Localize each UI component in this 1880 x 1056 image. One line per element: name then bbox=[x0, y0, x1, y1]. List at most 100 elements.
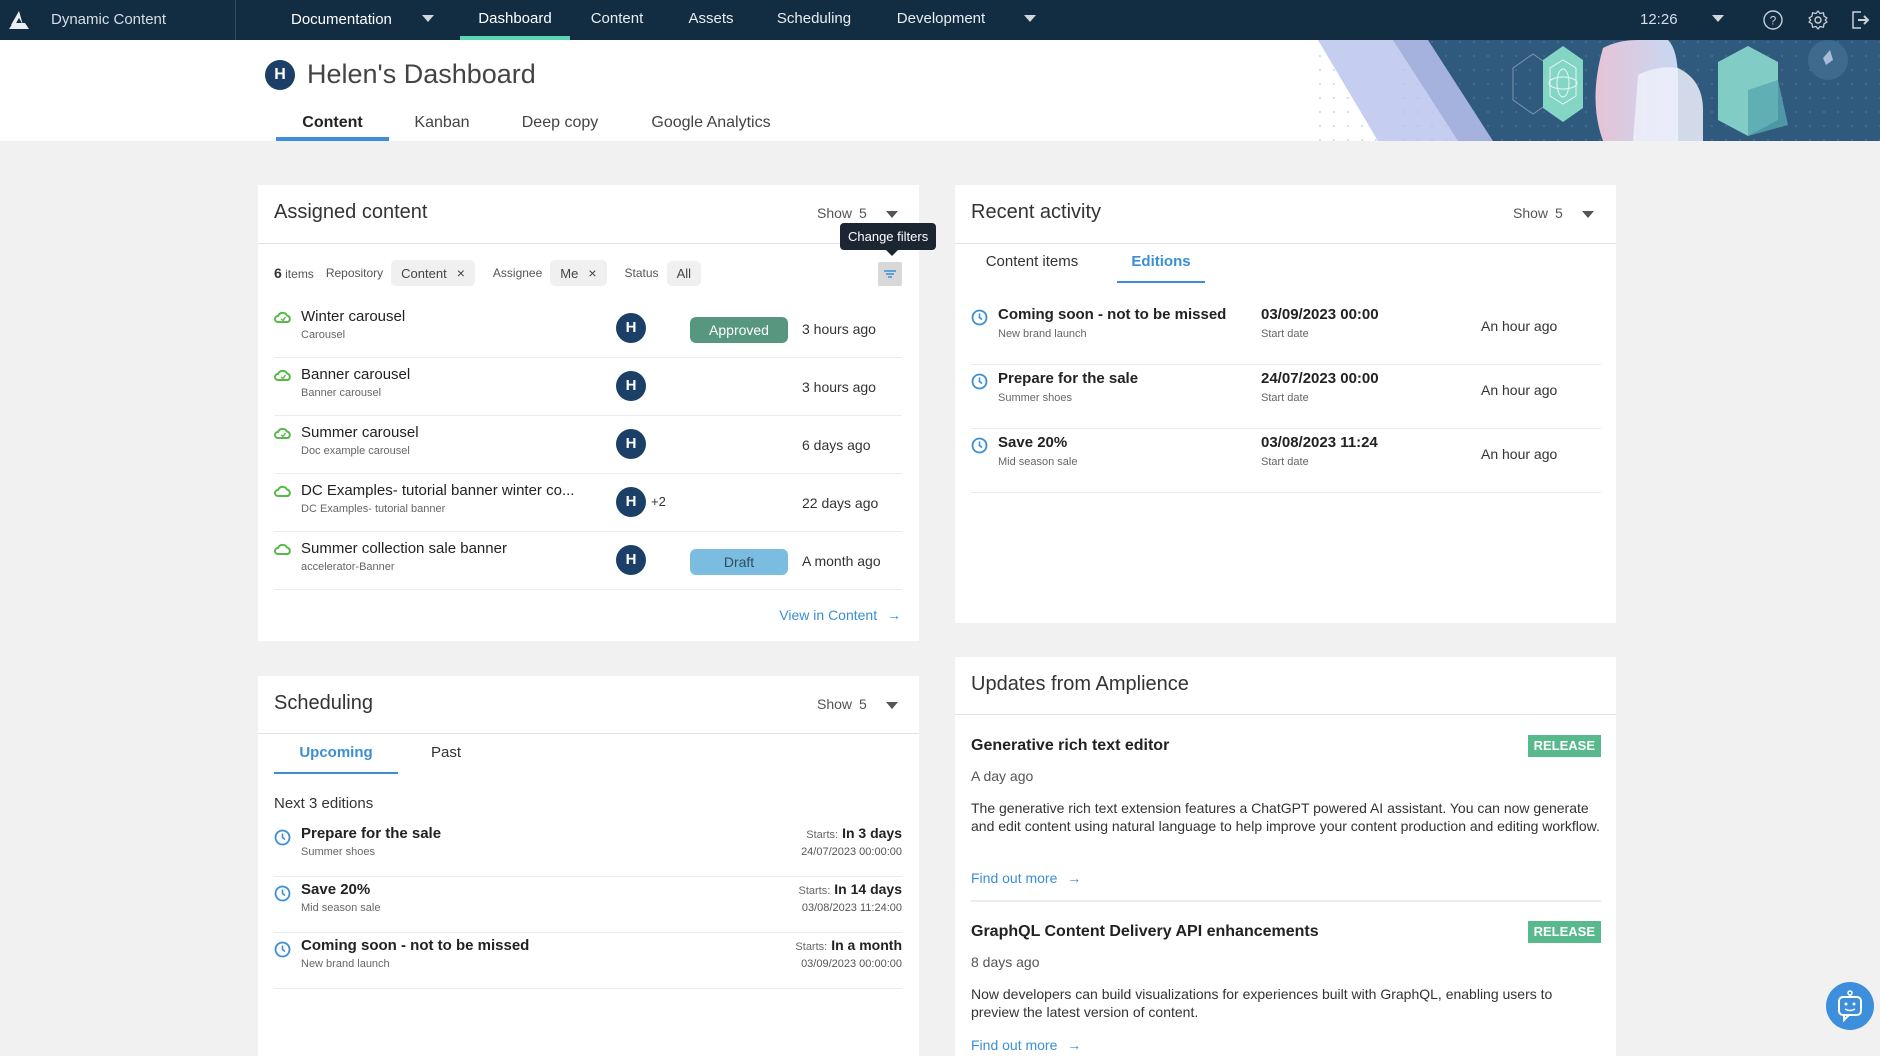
remove-assignee-filter-icon[interactable]: × bbox=[588, 265, 596, 281]
activity-row[interactable]: Prepare for the sale Summer shoes 24/07/… bbox=[971, 365, 1601, 429]
assigned-row[interactable]: Winter carousel Carousel H Approved 3 ho… bbox=[274, 300, 902, 358]
repository-value: Content bbox=[401, 265, 447, 281]
start-date-label: Start date bbox=[1261, 392, 1309, 404]
edition-name[interactable]: Save 20% bbox=[998, 434, 1067, 451]
status-filter-chip[interactable]: All bbox=[666, 260, 702, 286]
tab-google-analytics[interactable]: Google Analytics bbox=[646, 111, 776, 141]
change-filters-button[interactable] bbox=[878, 262, 902, 286]
view-in-content-link[interactable]: View in Content → bbox=[779, 607, 901, 623]
find-out-more-link[interactable]: Find out more → bbox=[971, 870, 1081, 886]
remove-repository-filter-icon[interactable]: × bbox=[457, 265, 465, 281]
status-badge: Approved bbox=[690, 317, 788, 343]
card-title: Scheduling bbox=[274, 692, 373, 714]
updated-time: 3 hours ago bbox=[802, 321, 876, 337]
nav-scheduling[interactable]: Scheduling bbox=[768, 0, 860, 40]
schedule-row[interactable]: Coming soon - not to be missed New brand… bbox=[274, 933, 902, 989]
content-name[interactable]: DC Examples- tutorial banner winter co..… bbox=[301, 482, 574, 499]
content-type: Banner carousel bbox=[301, 387, 382, 399]
event-name: Mid season sale bbox=[301, 902, 381, 914]
help-icon[interactable]: ? bbox=[1762, 9, 1784, 31]
assignee-avatar: H bbox=[616, 313, 646, 343]
show-count-select[interactable]: Show 5 bbox=[1513, 205, 1563, 221]
nav-dashboard[interactable]: Dashboard bbox=[460, 0, 570, 40]
clock-icon bbox=[274, 829, 291, 846]
edition-name[interactable]: Save 20% bbox=[301, 881, 370, 898]
start-date: 03/08/2023 11:24 bbox=[1261, 434, 1378, 451]
starts-value: In 3 days bbox=[842, 825, 902, 841]
edition-name[interactable]: Coming soon - not to be missed bbox=[301, 937, 529, 954]
show-dropdown-icon[interactable] bbox=[886, 702, 898, 709]
find-out-more-link[interactable]: Find out more → bbox=[971, 1037, 1081, 1053]
event-name: New brand launch bbox=[998, 328, 1087, 340]
status-value: All bbox=[676, 265, 692, 281]
edition-name[interactable]: Prepare for the sale bbox=[998, 370, 1138, 387]
clock-icon bbox=[274, 885, 291, 902]
show-count-select[interactable]: Show 5 bbox=[817, 696, 867, 712]
clock-dropdown-icon[interactable] bbox=[1712, 15, 1724, 22]
assigned-row[interactable]: Summer carousel Doc example carousel H 6… bbox=[274, 416, 902, 474]
hub-selector[interactable]: Documentation bbox=[291, 11, 392, 28]
tab-deep-copy[interactable]: Deep copy bbox=[512, 111, 608, 141]
hub-dropdown-icon[interactable] bbox=[422, 15, 434, 22]
updated-time: 22 days ago bbox=[802, 495, 879, 511]
update-description: Now developers can build visualizations … bbox=[971, 986, 1553, 1020]
assigned-row[interactable]: Banner carousel Banner carousel H 3 hour… bbox=[274, 358, 902, 416]
show-dropdown-icon[interactable] bbox=[1582, 211, 1594, 218]
content-name[interactable]: Banner carousel bbox=[301, 366, 410, 383]
update-divider bbox=[971, 900, 1601, 902]
schedule-row[interactable]: Prepare for the sale Summer shoes Starts… bbox=[274, 821, 902, 877]
tab-editions[interactable]: Editions bbox=[1117, 249, 1205, 283]
chatbot-button[interactable] bbox=[1826, 982, 1874, 1030]
show-dropdown-icon[interactable] bbox=[886, 211, 898, 218]
updated-time: A month ago bbox=[802, 553, 881, 569]
logout-icon[interactable] bbox=[1849, 9, 1871, 31]
tab-content[interactable]: Content bbox=[276, 111, 389, 141]
tab-past[interactable]: Past bbox=[416, 740, 476, 774]
dashboard-header: H Helen's Dashboard Content Kanban Deep … bbox=[0, 40, 1880, 141]
show-value: 5 bbox=[859, 205, 867, 221]
card-divider bbox=[258, 733, 919, 734]
activity-time: An hour ago bbox=[1481, 318, 1558, 334]
view-in-content-label: View in Content bbox=[779, 607, 878, 623]
app-name[interactable]: Dynamic Content bbox=[51, 11, 166, 28]
nav-assets[interactable]: Assets bbox=[678, 0, 744, 40]
tab-kanban[interactable]: Kanban bbox=[406, 111, 478, 141]
activity-row[interactable]: Save 20% Mid season sale 03/08/2023 11:2… bbox=[971, 429, 1601, 493]
start-date: 03/09/2023 00:00 bbox=[1261, 306, 1379, 323]
activity-row[interactable]: Coming soon - not to be missed New brand… bbox=[971, 301, 1601, 365]
item-count-label: items bbox=[285, 267, 314, 281]
content-name[interactable]: Summer carousel bbox=[301, 424, 419, 441]
activity-time: An hour ago bbox=[1481, 382, 1558, 398]
content-name[interactable]: Winter carousel bbox=[301, 308, 405, 325]
filter-bar: 6 items Repository Content × Assignee Me ×… bbox=[274, 260, 702, 286]
tab-content-items[interactable]: Content items bbox=[977, 249, 1087, 283]
schedule-row[interactable]: Save 20% Mid season sale Starts: In 14 da… bbox=[274, 877, 902, 933]
nav-development[interactable]: Development bbox=[886, 0, 996, 40]
edition-name[interactable]: Prepare for the sale bbox=[301, 825, 441, 842]
update-time: A day ago bbox=[971, 768, 1034, 784]
release-badge: RELEASE bbox=[1527, 735, 1601, 757]
tab-upcoming[interactable]: Upcoming bbox=[274, 740, 398, 774]
content-name[interactable]: Summer collection sale banner bbox=[301, 540, 507, 557]
show-count-select[interactable]: Show 5 bbox=[817, 205, 867, 221]
cloud-icon bbox=[274, 485, 291, 497]
event-name: Mid season sale bbox=[998, 456, 1078, 468]
assigned-row[interactable]: DC Examples- tutorial banner winter co..… bbox=[274, 474, 902, 532]
next-editions-label: Next 3 editions bbox=[274, 795, 374, 812]
start-datetime: 24/07/2023 00:00:00 bbox=[801, 846, 902, 858]
repository-label: Repository bbox=[325, 266, 384, 280]
cloud-icon bbox=[274, 543, 291, 555]
assignee-filter-chip[interactable]: Me × bbox=[550, 260, 607, 286]
content-type: Doc example carousel bbox=[301, 445, 410, 457]
settings-icon[interactable] bbox=[1807, 9, 1829, 31]
assignee-avatar: H bbox=[616, 487, 646, 517]
nav-content[interactable]: Content bbox=[580, 0, 654, 40]
development-dropdown-icon[interactable] bbox=[1024, 15, 1036, 22]
card-divider bbox=[258, 243, 919, 244]
edition-name[interactable]: Coming soon - not to be missed bbox=[998, 306, 1226, 323]
clock-icon bbox=[971, 309, 988, 326]
starts-value: In a month bbox=[831, 937, 902, 953]
amplience-logo-icon[interactable] bbox=[8, 10, 30, 30]
assigned-row[interactable]: Summer collection sale banner accelerato… bbox=[274, 532, 902, 590]
repository-filter-chip[interactable]: Content × bbox=[391, 260, 475, 286]
